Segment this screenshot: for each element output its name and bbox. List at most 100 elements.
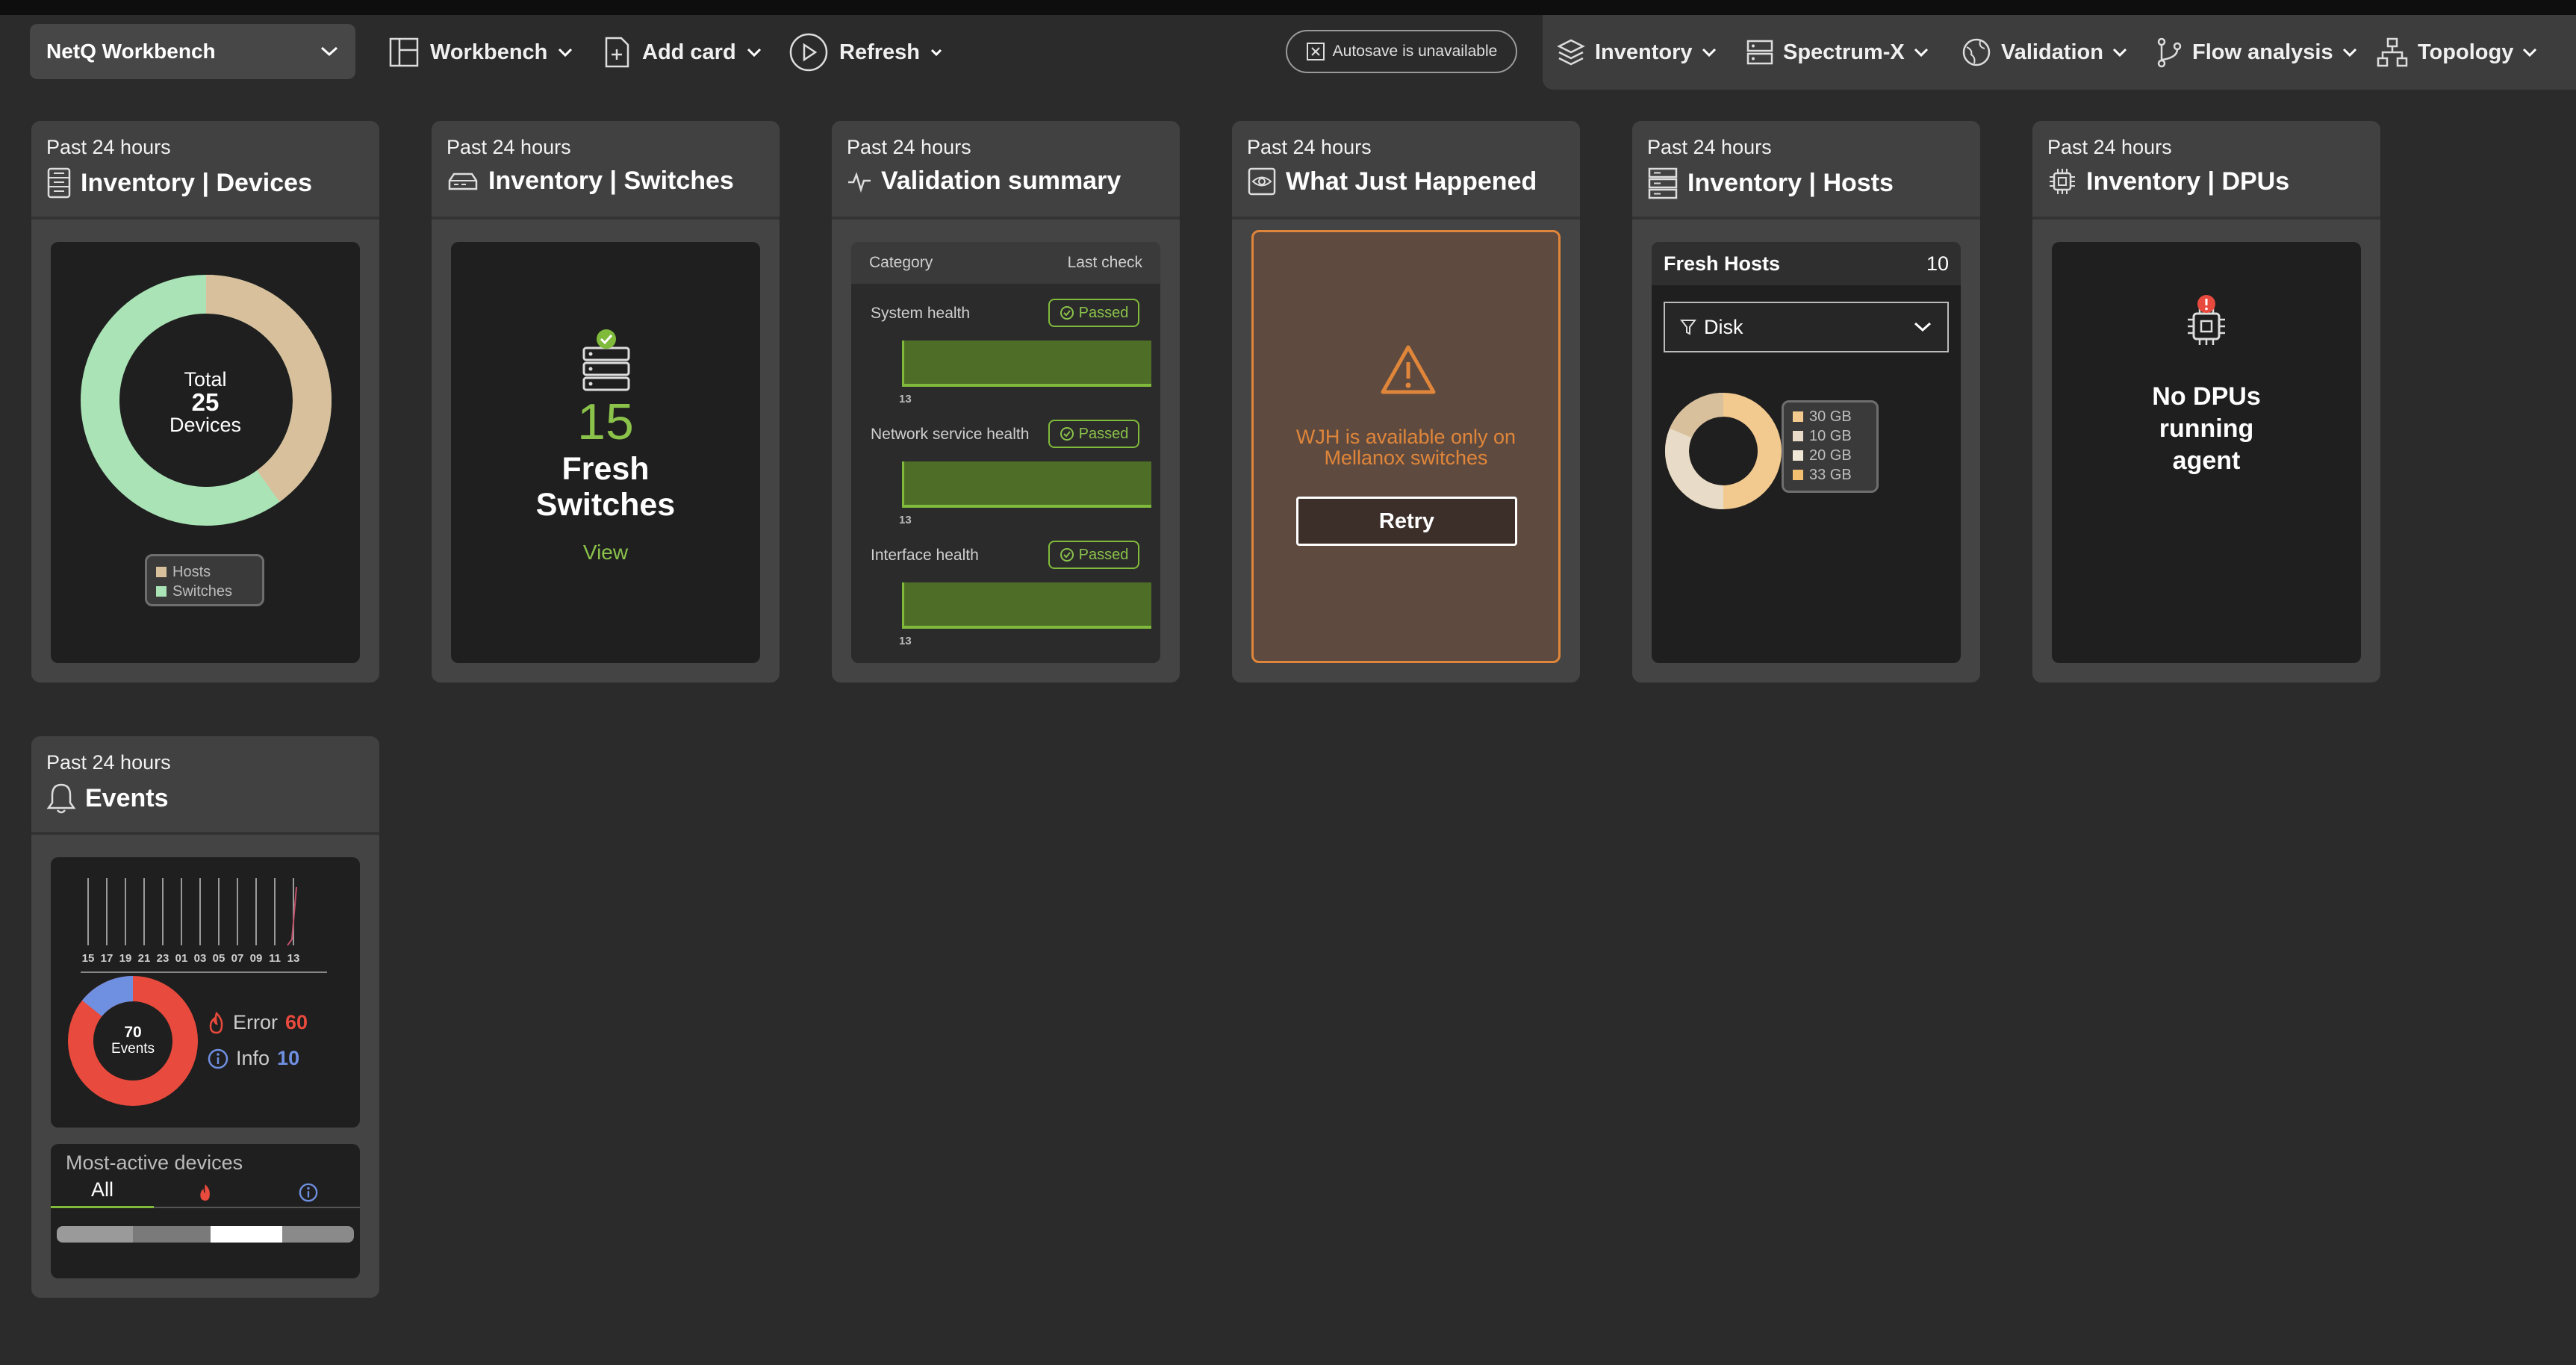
switch-icon (448, 172, 478, 190)
most-active-label: Most-active devices (66, 1151, 243, 1174)
nav-inventory[interactable]: Inventory (1556, 28, 1717, 76)
dpu-error-icon (2188, 295, 2225, 345)
card-title-text: Inventory | Switches (488, 167, 734, 195)
device-bar-segment (133, 1226, 211, 1243)
globe-icon (1962, 38, 1991, 66)
card-inventory-switches[interactable]: Past 24 hours Inventory | Switches 15 Fr… (432, 121, 780, 682)
status-label: Passed (1078, 425, 1129, 442)
status-label: Passed (1078, 304, 1129, 321)
no-dpus-line3: agent (2172, 447, 2241, 475)
top-stripe (0, 0, 2576, 15)
fresh-hosts-count: 10 (1926, 252, 1949, 275)
legend-disk: 10 GB (1809, 428, 1852, 444)
validation-bar (902, 582, 1151, 629)
nav-spectrum-x-label: Spectrum-X (1783, 40, 1905, 64)
timeline-tick-label: 23 (157, 952, 169, 965)
add-card-button[interactable]: Add card (602, 28, 762, 76)
info-icon (208, 1048, 228, 1069)
events-info-stat: Info 10 (208, 1047, 299, 1070)
disk-swatch (1793, 431, 1803, 441)
most-active-bar (57, 1226, 354, 1243)
nav-validation[interactable]: Validation (1961, 28, 2127, 76)
dpus-panel: No DPUs running agent (2052, 242, 2361, 663)
timeline-tick-label: 21 (138, 952, 151, 965)
chevron-down-icon (747, 48, 761, 57)
add-card-label: Add card (642, 40, 736, 64)
workbench-menu-button[interactable]: Workbench (388, 28, 573, 76)
validation-row-name: Interface health (871, 547, 979, 564)
card-title-text: Inventory | DPUs (2086, 167, 2290, 196)
card-title-text: Events (85, 783, 169, 812)
view-switches-link[interactable]: View (451, 541, 760, 565)
validation-bar (902, 461, 1151, 508)
chevron-down-icon (1702, 48, 1716, 57)
refresh-button[interactable]: Refresh (788, 28, 942, 76)
hosts-swatch (156, 567, 167, 577)
events-error-stat: Error 60 (208, 1011, 308, 1034)
tab-all[interactable]: All (51, 1178, 154, 1208)
validation-tick: 13 (899, 514, 912, 526)
validation-table-header: Category Last check (851, 242, 1160, 284)
chevron-down-icon (2112, 48, 2127, 57)
switches-panel: 15 Fresh Switches View (451, 242, 760, 663)
card-title-text: Validation summary (881, 167, 1121, 195)
chevron-down-icon (2342, 48, 2356, 57)
fresh-hosts-label: Fresh Hosts (1664, 252, 1781, 275)
card-what-just-happened[interactable]: Past 24 hours What Just Happened WJH is … (1232, 121, 1580, 682)
chevron-down-icon (1914, 322, 1932, 332)
card-inventory-dpus[interactable]: Past 24 hours Inventory | DPUs No DPUs r… (2032, 121, 2380, 682)
validation-row-name: Network service health (871, 426, 1030, 443)
card-validation-summary[interactable]: Past 24 hours Validation summary Categor… (832, 121, 1180, 682)
devices-panel: Total 25 Devices Hosts Switches (51, 242, 360, 663)
fresh-switches-label: Fresh Switches (451, 451, 760, 523)
disk-segment (1670, 393, 1724, 438)
nav-flow-analysis[interactable]: Flow analysis (2155, 28, 2357, 76)
tab-info[interactable] (257, 1178, 360, 1208)
events-total-label: Events (111, 1041, 155, 1057)
card-period: Past 24 hours (46, 751, 171, 774)
play-circle-icon (789, 33, 828, 72)
device-bar-segment (211, 1226, 282, 1243)
tab-error[interactable] (154, 1178, 257, 1208)
validation-bar (902, 341, 1151, 387)
hosts-filter-select[interactable]: Disk (1664, 302, 1949, 352)
check-circle-icon (1060, 548, 1074, 562)
card-title: Inventory | Switches (447, 167, 765, 196)
eye-icon (1248, 167, 1276, 196)
legend-disk: 33 GB (1809, 467, 1852, 483)
timeline-event-spike (287, 886, 297, 946)
card-events[interactable]: Past 24 hours Events 15 17 19 21 23 01 03 05 07 0… (31, 736, 379, 1298)
events-total: 70 Events (66, 1024, 200, 1057)
validation-row-name: System health (871, 305, 971, 322)
device-bar-segment (57, 1226, 133, 1243)
card-inventory-devices[interactable]: Past 24 hours Inventory | Devices Total … (31, 121, 379, 682)
wjh-message-line2: Mellanox switches (1324, 447, 1488, 469)
info-icon (299, 1183, 318, 1202)
card-title: Validation summary (847, 167, 1165, 196)
nav-spectrum-x[interactable]: Spectrum-X (1746, 28, 1929, 76)
card-title-text: What Just Happened (1286, 167, 1537, 196)
devices-legend: Hosts Switches (145, 554, 264, 606)
nav-topology[interactable]: Topology (2376, 28, 2537, 76)
devices-total-unit: Devices (169, 414, 242, 436)
status-badge: Passed (1048, 299, 1139, 327)
fresh-switches-count: 15 (577, 394, 634, 450)
most-active-tabs: All (51, 1178, 360, 1208)
timeline-tick-label: 15 (82, 952, 95, 965)
nav-topology-label: Topology (2418, 40, 2514, 64)
autosave-status: Autosave is unavailable (1286, 30, 1517, 73)
events-timeline-chart: 15 17 19 21 23 01 03 05 07 09 11 13 (81, 878, 327, 973)
fresh-switches-label-line1: Fresh (561, 451, 650, 487)
card-inventory-hosts[interactable]: Past 24 hours Inventory | Hosts Fresh Ho… (1632, 121, 1980, 682)
no-dpus-line2: running (2159, 414, 2254, 443)
card-title-text: Inventory | Devices (81, 168, 312, 197)
disk-swatch (1793, 450, 1803, 461)
timeline-tick-label: 19 (119, 952, 132, 965)
workspace-select[interactable]: NetQ Workbench (30, 24, 355, 79)
devices-total-label: Total (184, 368, 227, 391)
server-rack-icon (47, 167, 71, 199)
workspace-select-value: NetQ Workbench (46, 40, 216, 63)
events-panel: 15 17 19 21 23 01 03 05 07 09 11 13 70 Events Error… (51, 857, 360, 1128)
retry-button[interactable]: Retry (1296, 497, 1517, 546)
wjh-message: WJH is available only on Mellanox switch… (1254, 426, 1558, 468)
